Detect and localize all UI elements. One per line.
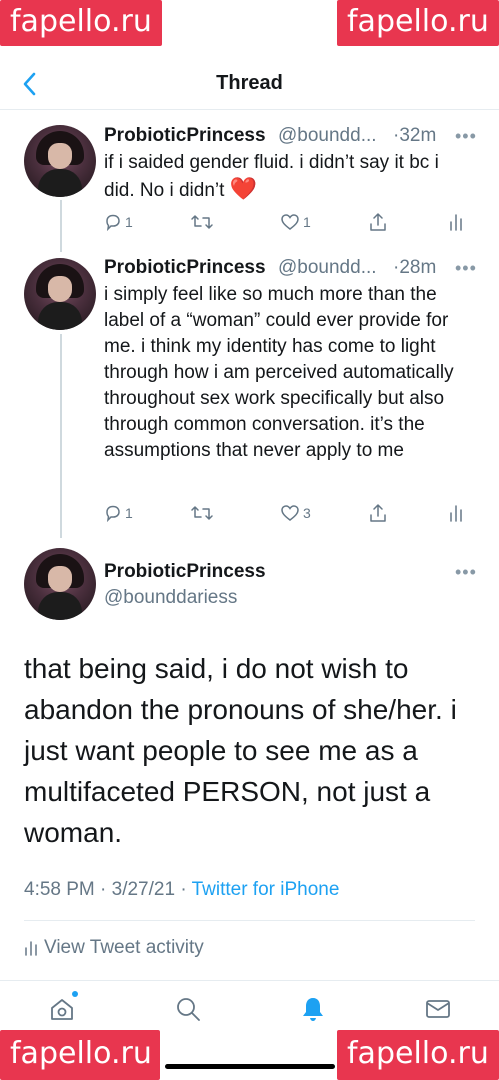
main-tweet-author-name[interactable]: ProbioticPrincess [104, 561, 266, 583]
watermark-top-left: fapello.ru [0, 0, 162, 46]
retweet-button[interactable] [190, 209, 214, 235]
tweet-source-link[interactable]: Twitter for iPhone [192, 879, 340, 900]
tweet-body: i simply feel like so much more than the… [104, 284, 454, 461]
avatar[interactable] [24, 125, 96, 197]
watermark-bottom-right: fapello.ru [337, 1030, 499, 1080]
view-tweet-activity[interactable]: View Tweet activity [24, 937, 204, 959]
tweet-author-name[interactable]: ProbioticPrincess [104, 257, 266, 279]
like-button[interactable]: 3 [280, 500, 311, 526]
analytics-icon [450, 505, 462, 522]
search-icon[interactable] [174, 995, 204, 1025]
avatar[interactable] [24, 258, 96, 330]
analytics-button[interactable] [448, 500, 464, 526]
reply-count: 1 [125, 505, 133, 521]
share-button[interactable] [368, 209, 388, 235]
heart-icon [281, 214, 299, 230]
retweet-button[interactable] [190, 500, 214, 526]
tweet-actions: 1 1 [104, 209, 474, 235]
reply-button[interactable]: 1 [104, 500, 133, 526]
page-title: Thread [216, 72, 283, 94]
tweet-body: if i saided gender fluid. i didn’t say i… [104, 152, 439, 201]
watermark-bottom-left: fapello.ru [0, 1030, 160, 1080]
tweet-author-name[interactable]: ProbioticPrincess [104, 125, 266, 147]
tweet-author-handle[interactable]: @boundd... [278, 257, 377, 279]
main-tweet-author-handle[interactable]: @bounddariess [104, 587, 237, 609]
home-icon[interactable] [48, 991, 78, 1025]
thread-connector [60, 334, 62, 538]
tweet-author-handle[interactable]: @boundd... [278, 125, 377, 147]
reply-count: 1 [125, 214, 133, 230]
more-options-icon[interactable]: ••• [455, 258, 477, 279]
avatar[interactable] [24, 548, 96, 620]
heart-emoji: ❤️ [229, 176, 258, 201]
tweet-timestamp: ·28m [393, 257, 437, 278]
view-tweet-activity-label: View Tweet activity [44, 937, 204, 958]
tweet-timestamp: ·32m [393, 125, 437, 146]
analytics-icon [450, 214, 462, 231]
notification-dot [72, 991, 78, 997]
main-tweet-text: that being said, i do not wish to abando… [24, 653, 457, 848]
reply-button[interactable]: 1 [104, 209, 133, 235]
share-button[interactable] [368, 500, 388, 526]
notifications-icon[interactable] [299, 995, 329, 1025]
like-button[interactable]: 1 [280, 209, 311, 235]
reply-icon [106, 505, 120, 522]
heart-icon [281, 505, 299, 521]
more-options-icon[interactable]: ••• [455, 562, 477, 583]
tweet-meta: 4:58 PM · 3/27/21 · Twitter for iPhone [24, 879, 339, 901]
thread-connector [60, 200, 62, 252]
home-indicator [165, 1064, 335, 1069]
share-icon [370, 504, 386, 522]
tweet-text: if i saided gender fluid. i didn’t say i… [104, 150, 474, 204]
divider [24, 920, 475, 921]
retweet-icon [191, 506, 213, 520]
retweet-icon [191, 215, 213, 229]
thread-header: Thread [0, 60, 499, 110]
watermark-top-right: fapello.ru [337, 0, 499, 46]
messages-icon[interactable] [424, 995, 454, 1025]
tweet-datetime: 4:58 PM · 3/27/21 · [24, 879, 192, 900]
tweet-actions: 1 3 [104, 500, 474, 526]
analytics-button[interactable] [448, 209, 464, 235]
analytics-icon [25, 941, 37, 956]
like-count: 1 [303, 214, 311, 230]
share-icon [370, 213, 386, 231]
reply-icon [106, 214, 120, 231]
more-options-icon[interactable]: ••• [455, 126, 477, 147]
like-count: 3 [303, 505, 311, 521]
